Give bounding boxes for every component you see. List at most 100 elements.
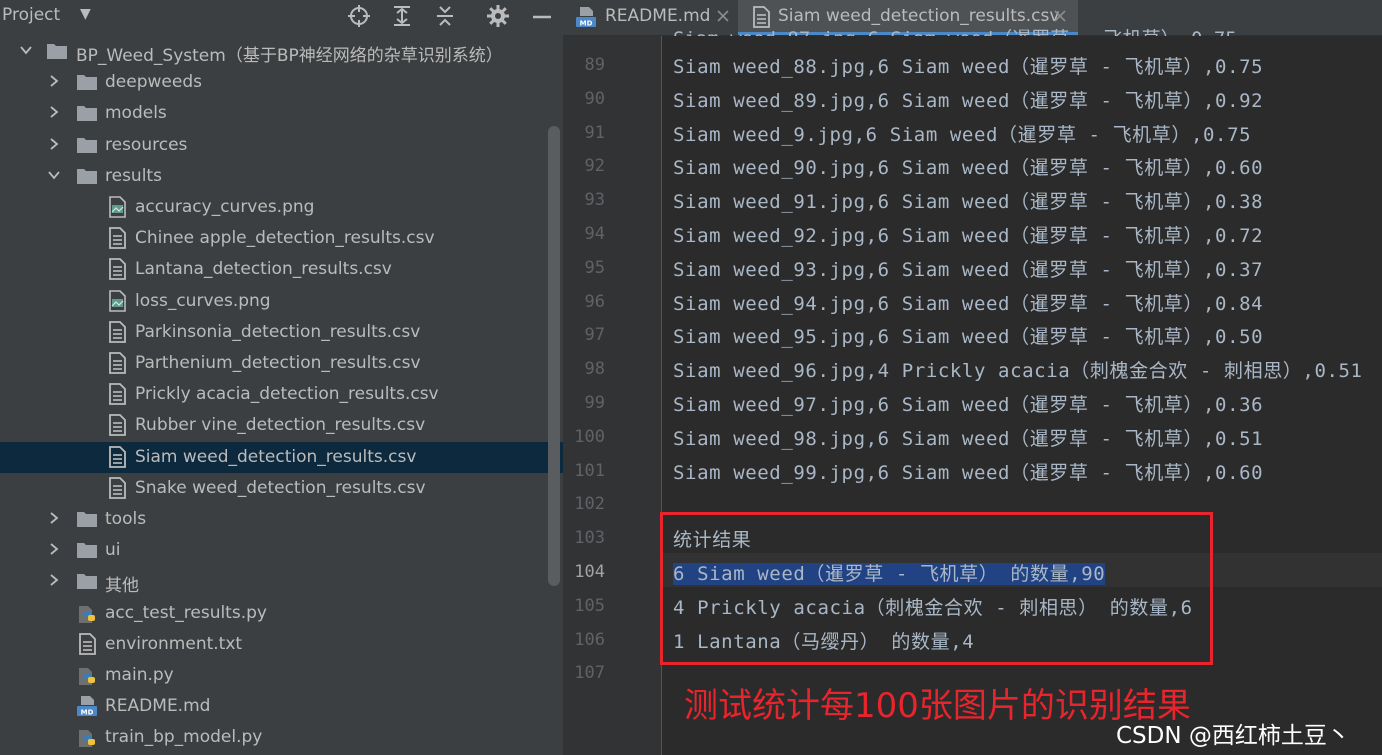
code-line: Siam weed_96.jpg,4 Prickly acacia（刺槐金合欢 … (673, 360, 1363, 383)
folder-icon (77, 168, 97, 184)
tree-item-label: environment.txt (105, 633, 243, 654)
line-number: 107 (574, 663, 605, 684)
csv-file-icon (109, 476, 126, 499)
tree-file[interactable]: Siam weed_detection_results.csv (0, 441, 563, 473)
chevron-right-icon[interactable] (46, 104, 62, 120)
tree-folder[interactable]: 其他 (0, 566, 563, 597)
tree-item-label: 其他 (105, 576, 139, 597)
tree-item-label: main.py (105, 665, 174, 685)
folder-icon (77, 75, 97, 91)
line-number: 89 (584, 55, 605, 75)
chevron-down-icon[interactable] (18, 42, 34, 58)
tree-file[interactable]: loss_curves.png (0, 286, 563, 317)
image-file-icon (109, 196, 126, 218)
python-icon (79, 605, 95, 623)
line-number: 99 (584, 393, 605, 413)
tree-item-label: loss_curves.png (135, 290, 271, 311)
tree-folder[interactable]: BP_Weed_System（基于BP神经网络的杂草识别系统） (0, 36, 563, 67)
chevron-right-icon[interactable] (46, 136, 62, 152)
line-number: 106 (574, 629, 605, 650)
tree-item-label: Parthenium_detection_results.csv (135, 353, 421, 373)
gear-icon[interactable] (486, 4, 510, 28)
chevron-down-icon[interactable] (46, 167, 62, 183)
tree-file[interactable]: acc_test_results.py (0, 598, 563, 629)
tree-item-label: models (105, 103, 167, 124)
tree-item-label: Siam weed_detection_results.csv (135, 446, 417, 467)
tree-item-label: ui (105, 540, 121, 561)
csv-file-icon (109, 258, 126, 281)
minimize-icon[interactable] (530, 4, 554, 28)
chevron-right-icon[interactable] (46, 572, 62, 588)
watermark: CSDN @西红柿土豆丶 (1116, 723, 1350, 749)
text-file-icon (79, 632, 96, 655)
tree-item-label: Parkinsonia_detection_results.csv (135, 321, 421, 342)
tree-folder[interactable]: results (0, 161, 563, 192)
tree-folder[interactable]: models (0, 98, 563, 129)
code-line: Siam weed_9.jpg,6 Siam weed（暹罗草 - 飞机草）,0… (673, 123, 1252, 146)
code-line: Siam weed_92.jpg,6 Siam weed（暹罗草 - 飞机草）,… (673, 225, 1264, 247)
chevron-right-icon[interactable] (46, 541, 62, 557)
tree-item-label: Chinee apple_detection_results.csv (135, 228, 435, 249)
tree-file[interactable]: Parthenium_detection_results.csv (0, 348, 563, 379)
line-number: 93 (584, 190, 605, 211)
line-number: 92 (584, 156, 605, 177)
chevron-right-icon[interactable] (46, 73, 62, 89)
code-line: Siam weed_99.jpg,6 Siam weed（暹罗草 - 飞机草）,… (673, 461, 1264, 484)
tree-folder[interactable]: resources (0, 130, 563, 161)
expand-all-icon[interactable] (390, 4, 414, 28)
line-number: 102 (574, 494, 605, 515)
tree-file[interactable]: Snake weed_detection_results.csv (0, 473, 563, 504)
tree-folder[interactable]: ui (0, 535, 563, 566)
csv-file-icon (109, 227, 126, 250)
code-line-partial: Siam weed_87.jpg,6 Siam weed（暹罗草 - 飞机草）,… (673, 24, 1237, 36)
tree-file[interactable]: train_bp_model.py (0, 722, 563, 753)
code-line: Siam weed_91.jpg,6 Siam weed（暹罗草 - 飞机草）,… (673, 191, 1264, 214)
code-line: Siam weed_90.jpg,6 Siam weed（暹罗草 - 飞机草）,… (673, 157, 1264, 180)
tree-item-label: Prickly acacia_detection_results.csv (135, 384, 439, 405)
line-number: 95 (584, 257, 605, 278)
tree-item-label: Snake weed_detection_results.csv (135, 477, 426, 498)
folder-icon (47, 44, 67, 59)
tab-readme-label: README.md (605, 6, 711, 26)
code-line: Siam weed_89.jpg,6 Siam weed（暹罗草 - 飞机草）,… (673, 89, 1264, 112)
tree-file[interactable]: Prickly acacia_detection_results.csv (0, 379, 563, 410)
code-line: Siam weed_93.jpg,6 Siam weed（暹罗草 - 飞机草）,… (673, 258, 1264, 281)
line-number: 96 (584, 291, 605, 312)
code-line: Siam weed_88.jpg,6 Siam weed（暹罗草 - 飞机草）,… (673, 56, 1264, 78)
csv-file-icon (109, 414, 126, 437)
tree-item-label: Lantana_detection_results.csv (135, 259, 392, 280)
tree-file[interactable]: Parkinsonia_detection_results.csv (0, 317, 563, 348)
collapse-all-icon[interactable] (433, 4, 457, 28)
crosshair-icon[interactable] (347, 4, 371, 28)
tree-folder[interactable]: deepweeds (0, 67, 563, 98)
line-number: 98 (584, 359, 605, 380)
tree-file[interactable]: Rubber vine_detection_results.csv (0, 410, 563, 441)
tree-scrollbar[interactable] (548, 126, 560, 586)
project-panel-header: Project ▼ (0, 0, 563, 32)
markdown-icon: MD (77, 696, 97, 717)
line-number: 94 (584, 224, 605, 244)
tree-folder[interactable]: tools (0, 504, 563, 535)
line-number: 105 (574, 595, 605, 616)
close-icon[interactable] (1052, 8, 1068, 24)
folder-icon (77, 106, 97, 122)
tree-file[interactable]: Lantana_detection_results.csv (0, 254, 563, 285)
project-title[interactable]: Project (2, 5, 60, 25)
csv-file-icon (109, 352, 126, 374)
close-icon[interactable] (715, 8, 731, 24)
tree-item-label: BP_Weed_System（基于BP神经网络的杂草识别系统） (76, 46, 503, 66)
folder-icon (77, 137, 97, 153)
tree-file[interactable]: Chinee apple_detection_results.csv (0, 223, 563, 254)
tree-file[interactable]: environment.txt (0, 629, 563, 660)
tree-item-label: resources (105, 134, 188, 155)
chevron-right-icon[interactable] (46, 510, 62, 526)
tree-item-label: acc_test_results.py (105, 602, 267, 623)
code-line: Siam weed_95.jpg,6 Siam weed（暹罗草 - 飞机草）,… (673, 326, 1264, 349)
code-line: Siam weed_98.jpg,6 Siam weed（暹罗草 - 飞机草）,… (673, 427, 1264, 450)
project-view-dropdown-icon[interactable]: ▼ (80, 6, 91, 22)
tree-item-label: deepweeds (105, 72, 202, 93)
tree-file[interactable]: main.py (0, 660, 563, 691)
tree-file[interactable]: accuracy_curves.png (0, 192, 563, 223)
tree-file[interactable]: MD README.md (0, 691, 563, 722)
line-number: 90 (584, 88, 605, 109)
